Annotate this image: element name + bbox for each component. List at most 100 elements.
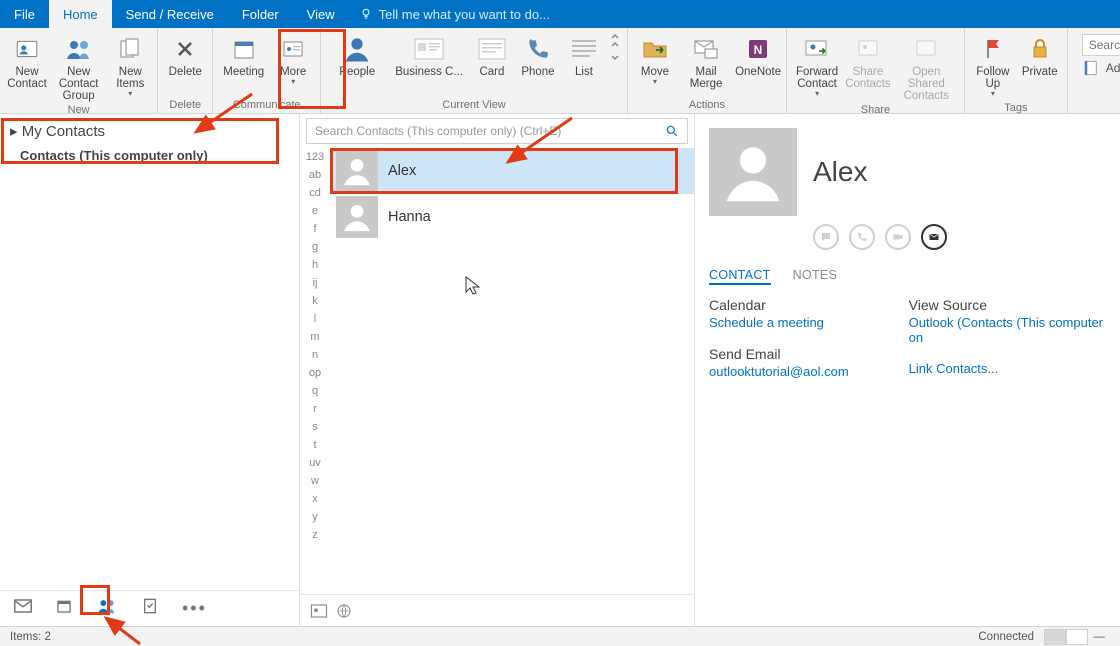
- view-switcher: —: [1044, 629, 1110, 645]
- switch-mail[interactable]: [14, 599, 32, 618]
- address-book-button[interactable]: Address Book: [1082, 59, 1120, 77]
- schedule-meeting-link[interactable]: Schedule a meeting: [709, 315, 849, 330]
- tell-me-search[interactable]: Tell me what you want to do...: [349, 0, 560, 28]
- alpha-uv[interactable]: uv: [300, 454, 330, 472]
- switch-people[interactable]: [96, 597, 118, 620]
- video-icon: [892, 231, 904, 243]
- person-card-icon: [14, 32, 40, 66]
- switch-more[interactable]: •••: [182, 598, 207, 619]
- avatar-icon: [336, 150, 378, 192]
- alpha-t[interactable]: t: [300, 436, 330, 454]
- chevron-updown-icon: [609, 30, 621, 64]
- detail-contact-name: Alex: [813, 156, 867, 188]
- alpha-k[interactable]: k: [300, 292, 330, 310]
- alpha-m[interactable]: m: [300, 328, 330, 346]
- current-view-more-button[interactable]: [607, 30, 623, 99]
- onenote-button[interactable]: N OneNote: [734, 30, 782, 99]
- alpha-q[interactable]: q: [300, 382, 330, 400]
- alpha-h[interactable]: h: [300, 256, 330, 274]
- alpha-s[interactable]: s: [300, 418, 330, 436]
- switch-tasks[interactable]: [142, 597, 158, 620]
- alpha-l[interactable]: l: [300, 310, 330, 328]
- tab-home[interactable]: Home: [49, 0, 112, 28]
- alpha-f[interactable]: f: [300, 220, 330, 238]
- view-mode-3[interactable]: —: [1088, 629, 1110, 645]
- alpha-y[interactable]: y: [300, 508, 330, 526]
- view-list-button[interactable]: List: [561, 30, 607, 99]
- more-card-icon: [281, 32, 305, 66]
- delete-x-icon: [173, 32, 197, 66]
- view-source-heading: View Source: [909, 297, 1120, 313]
- follow-up-button[interactable]: Follow Up: [969, 30, 1017, 102]
- svg-text:N: N: [754, 43, 763, 57]
- link-contacts-link[interactable]: Link Contacts...: [909, 361, 1120, 376]
- action-call[interactable]: [849, 224, 875, 250]
- card-footer-icon: [310, 603, 328, 619]
- contact-detail-pane: Alex CONTACT NOTES Calendar Schedule a m…: [695, 114, 1120, 626]
- view-source-link[interactable]: Outlook (Contacts (This computer on: [909, 315, 1120, 345]
- people-group-icon: [64, 32, 94, 66]
- action-video[interactable]: [885, 224, 911, 250]
- tab-view[interactable]: View: [293, 0, 349, 28]
- meeting-button[interactable]: Meeting: [217, 30, 270, 99]
- new-items-button[interactable]: New Items: [107, 30, 153, 104]
- alpha-op[interactable]: op: [300, 364, 330, 382]
- forward-contact-button[interactable]: Forward Contact: [791, 30, 843, 104]
- alpha-x[interactable]: x: [300, 490, 330, 508]
- more-button[interactable]: More: [270, 30, 316, 99]
- alpha-z[interactable]: z: [300, 526, 330, 544]
- delete-button[interactable]: Delete: [162, 30, 208, 99]
- mail-merge-button[interactable]: Mail Merge: [678, 30, 734, 99]
- action-email[interactable]: [921, 224, 947, 250]
- alpha-w[interactable]: w: [300, 472, 330, 490]
- tab-send-receive[interactable]: Send / Receive: [112, 0, 228, 28]
- switch-calendar[interactable]: [56, 598, 72, 619]
- move-button[interactable]: Move: [632, 30, 678, 99]
- view-people-button[interactable]: People: [325, 30, 389, 99]
- view-mode-1[interactable]: [1044, 629, 1066, 645]
- tab-file[interactable]: File: [0, 0, 49, 28]
- ribbon-group-delete: Delete Delete: [158, 28, 213, 113]
- search-icon: [665, 124, 679, 138]
- alpha-cd[interactable]: cd: [300, 184, 330, 202]
- new-items-icon: [118, 32, 142, 66]
- my-contacts-header[interactable]: ▸ My Contacts: [0, 118, 299, 144]
- new-contact-group-button[interactable]: New Contact Group: [50, 30, 107, 104]
- ribbon-group-share: Forward Contact Share Contacts Open Shar…: [787, 28, 965, 113]
- view-business-card-button[interactable]: Business C...: [389, 30, 469, 99]
- open-shared-contacts-button[interactable]: Open Shared Contacts: [893, 30, 960, 104]
- contact-list-footer: [300, 594, 694, 626]
- search-people-input[interactable]: [1082, 34, 1120, 56]
- forward-contact-icon: [804, 32, 830, 66]
- alpha-ij[interactable]: ij: [300, 274, 330, 292]
- calendar-small-icon: [56, 598, 72, 614]
- mail-merge-icon: [693, 32, 719, 66]
- ribbon-group-actions: Move Mail Merge N OneNote Actions: [628, 28, 787, 113]
- address-book-icon: [1082, 59, 1100, 77]
- email-address-link[interactable]: outlooktutorial@aol.com: [709, 364, 849, 379]
- share-contacts-button[interactable]: Share Contacts: [843, 30, 892, 104]
- view-phone-button[interactable]: Phone: [515, 30, 561, 99]
- alpha-e[interactable]: e: [300, 202, 330, 220]
- alpha-ab[interactable]: ab: [300, 166, 330, 184]
- flag-icon: [983, 32, 1003, 66]
- alpha-n[interactable]: n: [300, 346, 330, 364]
- new-contact-button[interactable]: New Contact: [4, 30, 50, 104]
- detail-tab-contact[interactable]: CONTACT: [709, 268, 771, 285]
- alpha-g[interactable]: g: [300, 238, 330, 256]
- search-contacts-input[interactable]: Search Contacts (This computer only) (Ct…: [306, 118, 688, 144]
- phone-icon: [525, 32, 551, 66]
- view-mode-2[interactable]: [1066, 629, 1088, 645]
- alpha-r[interactable]: r: [300, 400, 330, 418]
- action-chat[interactable]: [813, 224, 839, 250]
- contact-row-hanna[interactable]: Hanna: [330, 194, 694, 240]
- alpha-123[interactable]: 123: [300, 148, 330, 166]
- detail-tab-notes[interactable]: NOTES: [793, 268, 838, 285]
- alpha-index[interactable]: 123abcdefghijklmnopqrstuvwxyz: [300, 148, 330, 594]
- view-card-button[interactable]: Card: [469, 30, 515, 99]
- contact-row-alex[interactable]: Alex: [330, 148, 694, 194]
- share-contacts-icon: [856, 32, 880, 66]
- contacts-folder[interactable]: Contacts (This computer only): [0, 144, 299, 167]
- tab-folder[interactable]: Folder: [228, 0, 293, 28]
- private-button[interactable]: Private: [1017, 30, 1063, 102]
